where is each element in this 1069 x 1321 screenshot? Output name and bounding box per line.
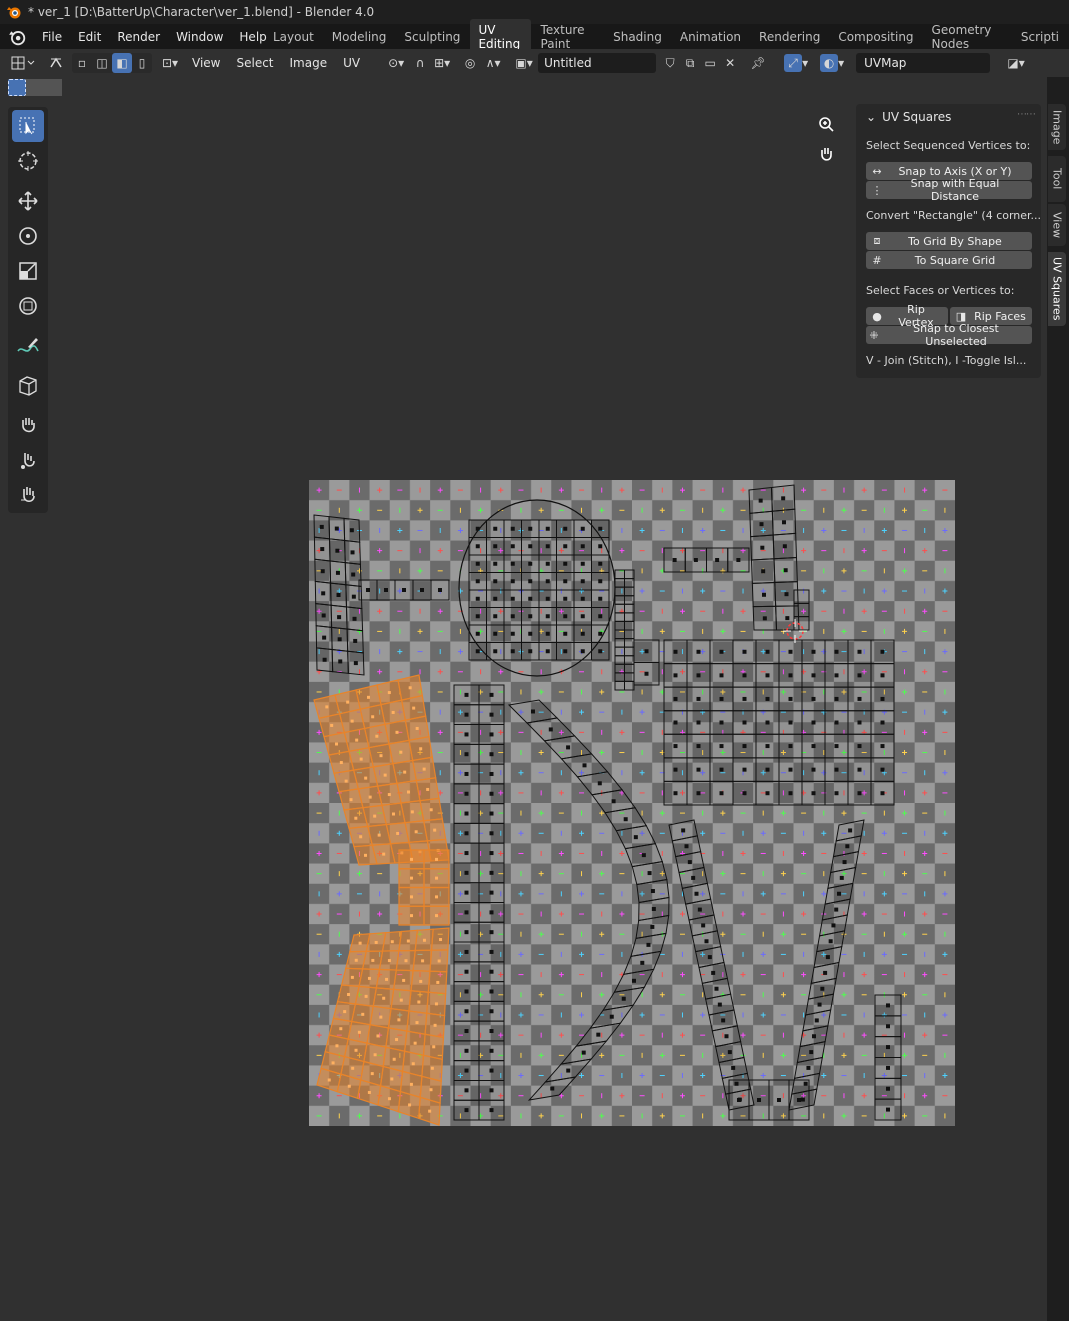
snap-target-icon[interactable]: ⊞▾ <box>430 53 454 73</box>
editor-type-icon[interactable] <box>8 53 40 73</box>
shortcut-hint: V - Join (Stitch), I -Toggle Isl... <box>866 354 1027 367</box>
menu-render[interactable]: Render <box>109 27 168 47</box>
pinch-tool-icon[interactable] <box>12 479 44 511</box>
menu-file[interactable]: File <box>34 27 70 47</box>
top-menubar: File Edit Render Window Help Layout Mode… <box>0 18 1069 55</box>
move-tool-icon[interactable] <box>12 185 44 217</box>
workspace-tabs: Layout Modeling Sculpting UV Editing Tex… <box>265 18 1069 55</box>
select-new-icon[interactable] <box>8 79 26 96</box>
window-title: * ver_1 [D:\BatterUp\Character\ver_1.ble… <box>28 5 375 19</box>
tab-scripting[interactable]: Scripti <box>1013 26 1067 48</box>
chevron-down-icon[interactable]: ⌄ <box>866 110 876 124</box>
image-browse-icon[interactable]: ▣▾ <box>510 53 538 73</box>
tab-image[interactable]: Image <box>1048 104 1066 150</box>
vertical-dots-icon: ⋮ <box>871 183 883 197</box>
open-image-icon[interactable]: ▭ <box>700 53 720 73</box>
fake-user-icon[interactable]: ⛉ <box>660 53 680 73</box>
snap-to-closest-unselected-button[interactable]: ⁜ Snap to Closest Unselected <box>866 322 1032 348</box>
edge-select-icon[interactable]: ◫ <box>92 53 112 73</box>
menu-select[interactable]: Select <box>228 56 281 70</box>
rotate-tool-icon[interactable] <box>12 220 44 252</box>
rip-region-tool-icon[interactable] <box>12 369 44 401</box>
pivot-point-icon[interactable]: ⊙▾ <box>382 53 410 73</box>
proportional-edit-icon[interactable]: ◎ <box>460 53 480 73</box>
uv-squares-panel: ⌄ UV Squares ⋯⋯ Select Sequenced Vertice… <box>856 104 1041 378</box>
panel-title: UV Squares <box>882 110 952 124</box>
gizmo-toggle-icon[interactable]: ⤢ ▾ <box>778 53 814 73</box>
sticky-select-icon[interactable]: ⊡▾ <box>156 53 184 73</box>
display-channels-icon[interactable]: ◪▾ <box>1002 53 1030 73</box>
menu-image[interactable]: Image <box>282 56 336 70</box>
grab-tool-icon[interactable] <box>12 409 44 441</box>
menu-view[interactable]: View <box>184 56 228 70</box>
snap-closest-icon: ⁜ <box>869 328 879 342</box>
tab-sculpting[interactable]: Sculpting <box>396 26 468 48</box>
tab-tool[interactable]: Tool <box>1048 156 1066 202</box>
tab-uv-squares[interactable]: UV Squares <box>1048 252 1066 326</box>
select-subtract-icon[interactable] <box>44 79 62 96</box>
to-square-grid-button[interactable]: # To Square Grid <box>866 251 1032 269</box>
grid-shape-icon: ⧈ <box>873 234 881 247</box>
pin-icon[interactable]: 📌︎ <box>748 53 768 73</box>
section-rectangle-label: Convert "Rectangle" (4 corner... <box>866 209 1042 222</box>
blender-menu-icon[interactable] <box>8 28 26 46</box>
tab-compositing[interactable]: Compositing <box>830 26 921 48</box>
blender-logo-icon <box>7 7 21 19</box>
dot-icon: ● <box>872 309 882 323</box>
zoom-gizmo-icon[interactable] <box>813 111 839 137</box>
menu-edit[interactable]: Edit <box>70 27 109 47</box>
tab-view[interactable]: View <box>1048 204 1066 246</box>
transform-tool-icon[interactable] <box>12 290 44 322</box>
tab-shading[interactable]: Shading <box>605 26 670 48</box>
relax-tool-icon[interactable] <box>12 444 44 476</box>
uv-editor-header: ▫ ◫ ◧ ▯ ⊡▾ View Select Image UV ⊙▾ ∩ ⊞▾ … <box>0 49 1069 77</box>
uv-sync-icon[interactable] <box>46 53 66 73</box>
tab-rendering[interactable]: Rendering <box>751 26 828 48</box>
pan-gizmo-icon[interactable] <box>813 141 839 167</box>
scale-tool-icon[interactable] <box>12 255 44 287</box>
image-name-field[interactable]: Untitled <box>538 53 657 73</box>
menu-window[interactable]: Window <box>168 27 231 47</box>
annotate-tool-icon[interactable] <box>12 330 44 362</box>
face-select-icon[interactable]: ◧ <box>112 53 132 73</box>
new-image-icon[interactable]: ⧉ <box>680 53 700 73</box>
vertex-select-icon[interactable]: ▫ <box>72 53 92 73</box>
select-mode-group: ▫ ◫ ◧ ▯ <box>72 53 152 73</box>
island-select-icon[interactable]: ▯ <box>132 53 152 73</box>
falloff-icon[interactable]: ∧▾ <box>480 53 506 73</box>
snap-icon[interactable]: ∩ <box>410 53 430 73</box>
panel-header[interactable]: ⌄ UV Squares <box>866 108 951 126</box>
unlink-image-icon[interactable]: ✕ <box>720 53 740 73</box>
arrows-horizontal-icon: ↔ <box>872 164 882 178</box>
select-box-tool-icon[interactable] <box>12 110 44 142</box>
panel-drag-handle-icon[interactable]: ⋯⋯ <box>1017 109 1036 120</box>
to-grid-by-shape-button[interactable]: ⧈ To Grid By Shape <box>866 232 1032 250</box>
menu-uv[interactable]: UV <box>335 56 368 70</box>
uv-map-field[interactable]: UVMap <box>856 53 991 73</box>
hash-grid-icon: # <box>872 253 882 267</box>
box-select-modes <box>8 79 62 96</box>
tab-modeling[interactable]: Modeling <box>324 26 395 48</box>
overlay-toggle-icon[interactable]: ◐ ▾ <box>814 53 850 73</box>
tab-layout[interactable]: Layout <box>265 26 322 48</box>
tab-animation[interactable]: Animation <box>672 26 749 48</box>
split-face-icon: ◨ <box>955 309 967 323</box>
cursor-tool-icon[interactable] <box>12 145 44 177</box>
uv-canvas[interactable] <box>309 480 955 1126</box>
snap-equal-distance-button[interactable]: ⋮ Snap with Equal Distance <box>866 177 1032 203</box>
select-extend-icon[interactable] <box>26 79 44 96</box>
tool-shelf <box>8 107 48 513</box>
section-faces-label: Select Faces or Vertices to: <box>866 284 1015 297</box>
section-sequenced-label: Select Sequenced Vertices to: <box>866 139 1031 152</box>
